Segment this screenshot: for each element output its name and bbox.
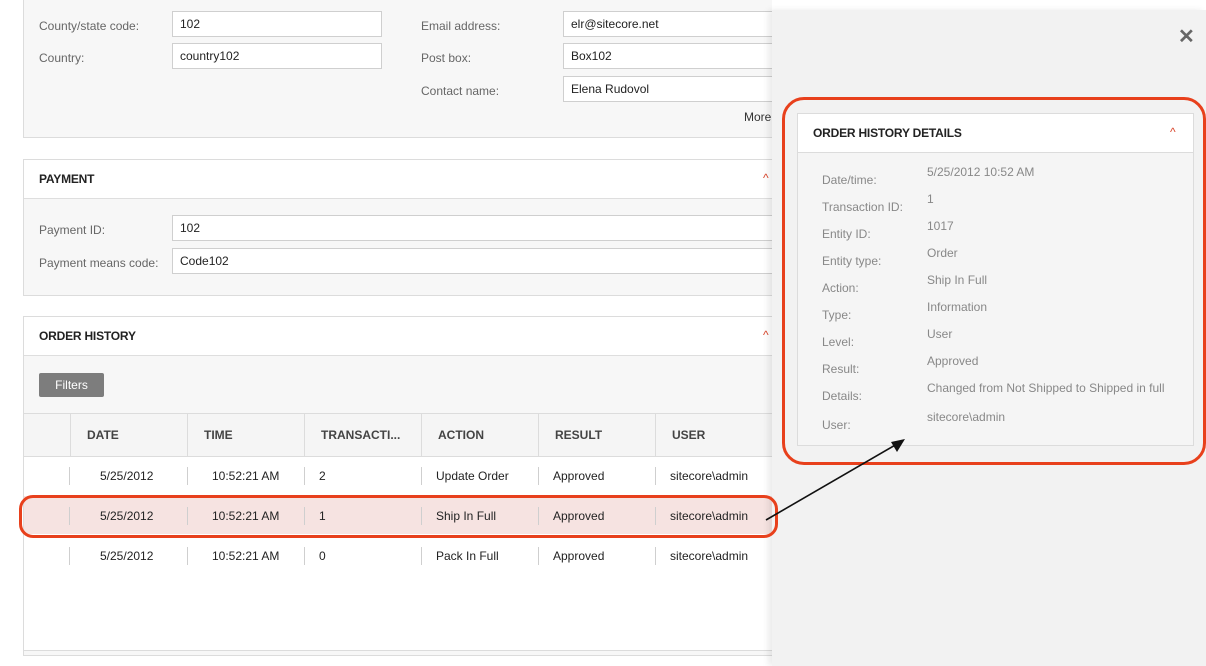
cell-user: sitecore\admin: [655, 467, 772, 485]
payment-title: PAYMENT: [39, 172, 95, 186]
selected-row-highlight: [19, 495, 778, 538]
country-label: Country:: [39, 51, 85, 65]
payment-means-label: Payment means code:: [39, 256, 159, 270]
cell-time: 10:52:21 AM: [187, 547, 304, 565]
close-icon[interactable]: ✕: [1178, 24, 1195, 49]
county-field[interactable]: 102: [172, 11, 382, 37]
table-row[interactable]: 5/25/2012 10:52:21 AM 2 Update Order App…: [24, 456, 772, 494]
postbox-label: Post box:: [421, 51, 472, 65]
cell-transaction: 2: [304, 467, 421, 485]
cell-user: sitecore\admin: [655, 547, 772, 565]
cell-result: Approved: [538, 467, 655, 485]
cell-result: Approved: [538, 547, 655, 565]
order-history-title: ORDER HISTORY: [39, 329, 136, 343]
table-row[interactable]: 5/25/2012 10:52:21 AM 0 Pack In Full App…: [24, 536, 772, 574]
column-header-action[interactable]: ACTION: [421, 414, 538, 456]
contact-label: Contact name:: [421, 84, 500, 98]
column-header-result[interactable]: RESULT: [538, 414, 655, 456]
filters-button[interactable]: Filters: [39, 373, 104, 397]
order-history-header[interactable]: ORDER HISTORY ^: [24, 317, 772, 356]
cell-action: Pack In Full: [421, 547, 538, 565]
cell-date: 5/25/2012: [69, 467, 187, 485]
address-panel: County/state code: 102 Country: country1…: [23, 0, 772, 138]
country-field[interactable]: country102: [172, 43, 382, 69]
postbox-field[interactable]: Box102: [563, 43, 772, 69]
order-editor: County/state code: 102 Country: country1…: [0, 0, 772, 666]
column-header-transaction[interactable]: TRANSACTI...: [304, 414, 421, 456]
cell-action: Update Order: [421, 467, 538, 485]
column-header-date[interactable]: DATE: [70, 414, 187, 456]
column-header-user[interactable]: USER: [655, 414, 772, 456]
grid-header: DATE TIME TRANSACTI... ACTION RESULT USE…: [24, 414, 772, 457]
payment-means-field[interactable]: Code102: [172, 248, 772, 274]
payment-panel: PAYMENT ^ Payment ID: 102 Payment means …: [23, 159, 772, 296]
more-link[interactable]: More: [744, 110, 771, 124]
column-header-time[interactable]: TIME: [187, 414, 304, 456]
county-label: County/state code:: [39, 19, 140, 33]
cell-date: 5/25/2012: [69, 547, 187, 565]
email-field[interactable]: elr@sitecore.net: [563, 11, 772, 37]
cell-time: 10:52:21 AM: [187, 467, 304, 485]
email-label: Email address:: [421, 19, 501, 33]
payment-id-label: Payment ID:: [39, 223, 106, 237]
pointer-arrow-icon: [765, 439, 905, 521]
contact-field[interactable]: Elena Rudovol: [563, 76, 772, 102]
details-highlight: [782, 97, 1206, 465]
collapse-chevron-icon[interactable]: ^: [763, 171, 769, 185]
payment-header[interactable]: PAYMENT ^: [24, 160, 772, 199]
collapse-chevron-icon[interactable]: ^: [763, 328, 769, 342]
cell-transaction: 0: [304, 547, 421, 565]
payment-id-field[interactable]: 102: [172, 215, 772, 241]
